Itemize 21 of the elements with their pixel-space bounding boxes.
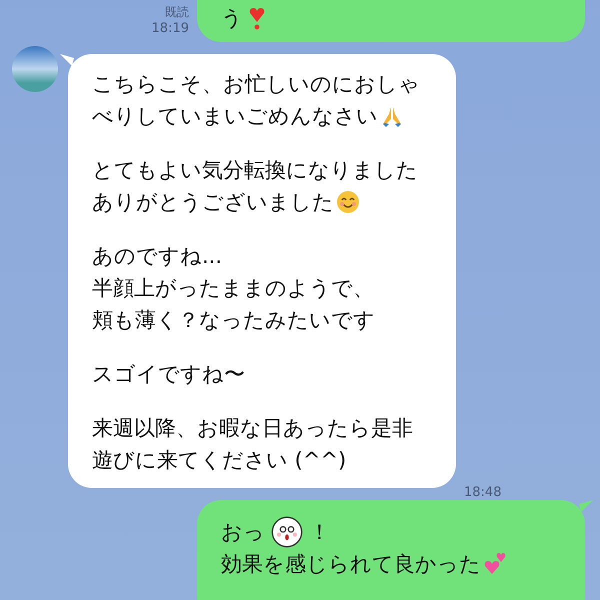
avatar-photo[interactable] [12,46,58,92]
message-text: 来週以降、お暇な日あったら是非 [92,415,413,442]
surprised-face-icon [271,516,303,548]
message-text: おっ [221,519,265,546]
message-text: こちらこそ、お忙しいのにおしゃ [92,71,420,98]
message-text: う [221,5,243,32]
message-text: あのですね... [92,243,222,270]
message-text: とてもよい気分転換になりました [92,157,418,184]
message-text: ！ [309,519,330,546]
message-text: べりしていまいごめんなさい [92,103,378,130]
message-text: 半顔上がったままのようで、 [92,275,374,302]
smiling-face-icon [336,190,360,214]
message-time: 18:19 [152,20,189,38]
message-text: ありがとうございました [92,189,334,216]
message-text: 頬も薄く？なったみたいです [92,307,375,334]
message-text: 効果を感じられて良かった [221,551,481,578]
message-time: 18:48 [464,484,502,502]
message-text: 遊びに来てください (^^) [92,447,346,474]
message-text: スゴイですね〜 [92,361,245,388]
read-receipt: 既読 [165,4,189,20]
hearts-icon [483,552,507,576]
